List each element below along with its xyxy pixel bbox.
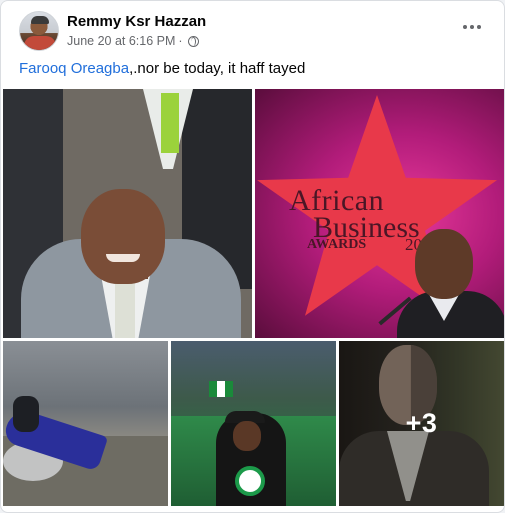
more-photos-overlay[interactable]: +3	[339, 341, 504, 506]
post-text: Farooq Oreagba,.nor be today, it haff ta…	[19, 60, 305, 77]
author-avatar[interactable]	[19, 11, 59, 51]
more-dot-icon	[463, 25, 467, 29]
avatar-uniform	[24, 36, 56, 50]
photo-4[interactable]	[171, 341, 336, 506]
post-timestamp[interactable]: June 20 at 6:16 PM	[67, 34, 175, 48]
more-dot-icon	[470, 25, 474, 29]
flag-icon	[209, 381, 233, 397]
post-meta: June 20 at 6:16 PM ·	[67, 34, 199, 48]
more-photos-count: +3	[405, 408, 438, 438]
post-card: Remmy Ksr Hazzan June 20 at 6:16 PM · Fa…	[0, 0, 505, 513]
more-options-button[interactable]	[458, 17, 486, 37]
post-body: ,.nor be today, it haff tayed	[129, 60, 306, 77]
photo-5[interactable]: +3	[339, 341, 504, 506]
photo-caption-line3: AWARDS	[307, 237, 367, 252]
avatar-cap	[31, 16, 49, 24]
mention-link[interactable]: Farooq Oreagba	[19, 60, 129, 77]
post-header: Remmy Ksr Hazzan June 20 at 6:16 PM ·	[13, 11, 492, 53]
globe-icon[interactable]	[187, 35, 199, 47]
photo-2[interactable]: African Business AWARDS 2008	[255, 89, 504, 338]
photo-3[interactable]	[3, 341, 168, 506]
meta-separator: ·	[178, 34, 183, 48]
photo-1[interactable]	[3, 89, 252, 338]
more-dot-icon	[477, 25, 481, 29]
author-name[interactable]: Remmy Ksr Hazzan	[67, 13, 206, 30]
